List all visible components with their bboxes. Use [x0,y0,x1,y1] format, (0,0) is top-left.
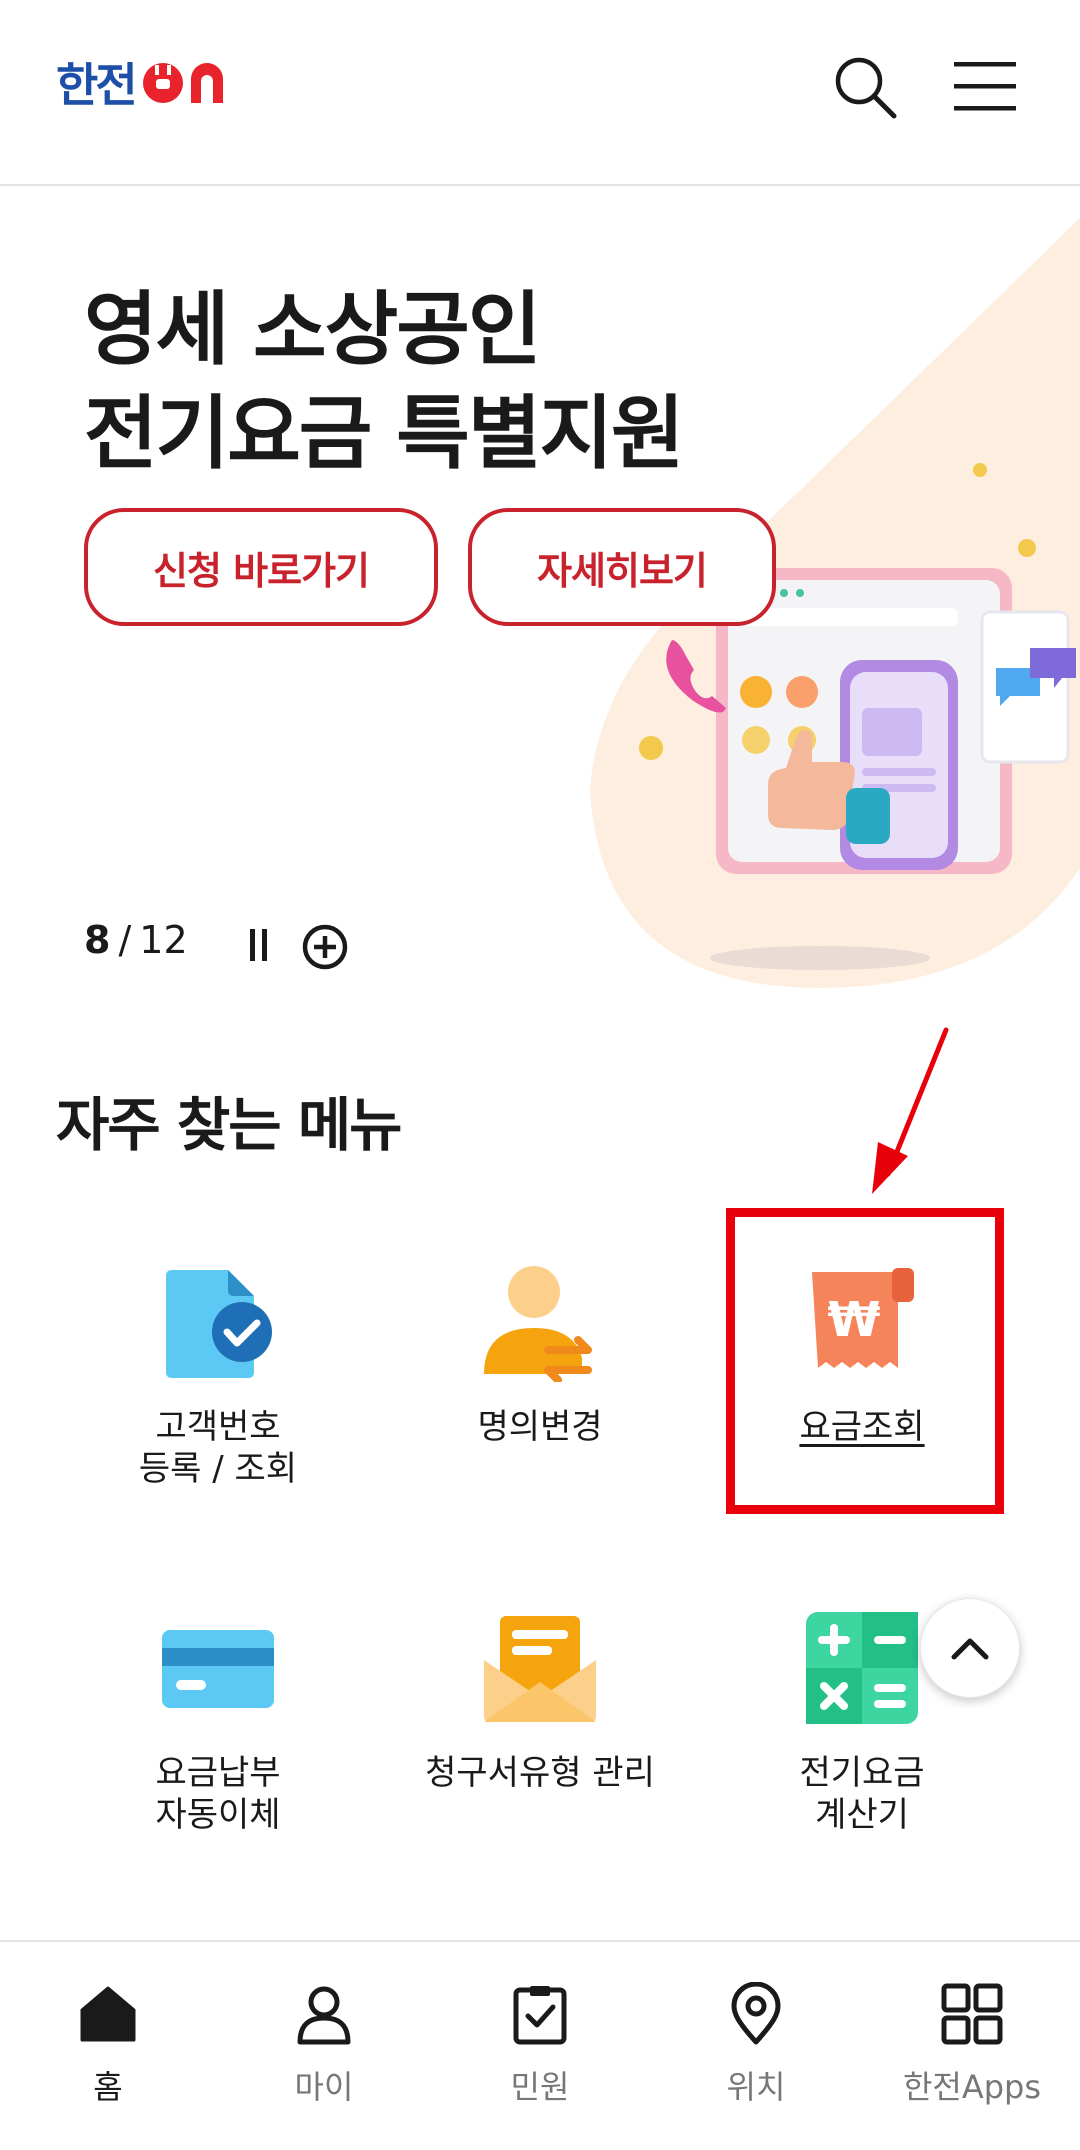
logo-on-mark [142,63,223,103]
chevron-up-icon [951,1638,989,1660]
menu-label: 명의변경 [477,1407,603,1447]
user-transfer-icon [484,1266,592,1382]
nav-location[interactable]: 위치 [648,1942,864,2150]
nav-label: 마이 [294,2068,354,2106]
nav-label: 홈 [93,2068,123,2106]
nav-civil-complaints[interactable]: 민원 [432,1942,648,2150]
plus-circle-icon[interactable] [302,924,348,970]
calculator-icon [806,1612,918,1724]
menu-label: 고객번호 등록 / 조회 [138,1407,298,1489]
envelope-icon [484,1616,596,1722]
view-details-button[interactable]: 자세히보기 [468,508,776,626]
annotation-highlight-box [726,1208,1004,1514]
banner-title: 영세 소상공인 전기요금 특별지원 [84,278,685,486]
menu-item-customer-number[interactable]: 고객번호 등록 / 조회 [68,1262,368,1490]
document-check-icon [166,1270,272,1378]
clipboard-check-icon [513,1986,567,2045]
pause-slideshow-button[interactable] [240,920,276,970]
app-header: 한전 [0,0,1080,186]
current-slide: 8 [84,918,111,962]
nav-label: 한전Apps [902,2068,1042,2106]
apps-grid-icon [941,1983,1003,2045]
credit-card-icon [162,1630,274,1708]
search-icon[interactable] [830,52,900,122]
frequent-menu-title: 자주 찾는 메뉴 [56,1091,403,1159]
nav-my[interactable]: 마이 [216,1942,432,2150]
logo-text: 한전 [56,58,138,112]
slide-separator: / [118,918,132,962]
menu-label: 요금납부 자동이체 [155,1753,281,1835]
hamburger-menu-icon[interactable] [950,56,1022,116]
menu-item-auto-payment[interactable]: 요금납부 자동이체 [68,1608,368,1836]
kepco-on-logo[interactable]: 한전 [56,54,241,112]
pause-icon [249,929,255,961]
banner-title-line-1: 영세 소상공인 [84,283,541,376]
slide-counter: 8 / 12 [84,918,188,962]
menu-item-bill-type[interactable]: 청구서유형 관리 [390,1608,690,1794]
banner-title-line-2: 전기요금 특별지원 [84,387,685,480]
apply-shortcut-button[interactable]: 신청 바로가기 [84,508,438,626]
nav-label: 위치 [726,2068,786,2106]
promo-banner[interactable]: 영세 소상공인 전기요금 특별지원 신청 바로가기 자세히보기 8 / 12 [0,188,1080,1018]
menu-item-name-change[interactable]: 명의변경 [390,1262,690,1448]
location-pin-icon [731,1982,781,2045]
nav-label: 민원 [510,2068,570,2106]
bottom-navigation: 홈 마이 민원 위치 한전Apps [0,1940,1080,2150]
home-icon [80,1986,136,2042]
annotation-arrow-icon [872,1027,949,1194]
nav-kepco-apps[interactable]: 한전Apps [864,1942,1080,2150]
nav-home[interactable]: 홈 [0,1942,216,2150]
user-icon [297,1986,351,2045]
menu-label: 청구서유형 관리 [425,1753,655,1793]
total-slides: 12 [139,918,188,962]
menu-label: 전기요금 계산기 [799,1753,925,1835]
scroll-to-top-button[interactable] [920,1598,1020,1698]
